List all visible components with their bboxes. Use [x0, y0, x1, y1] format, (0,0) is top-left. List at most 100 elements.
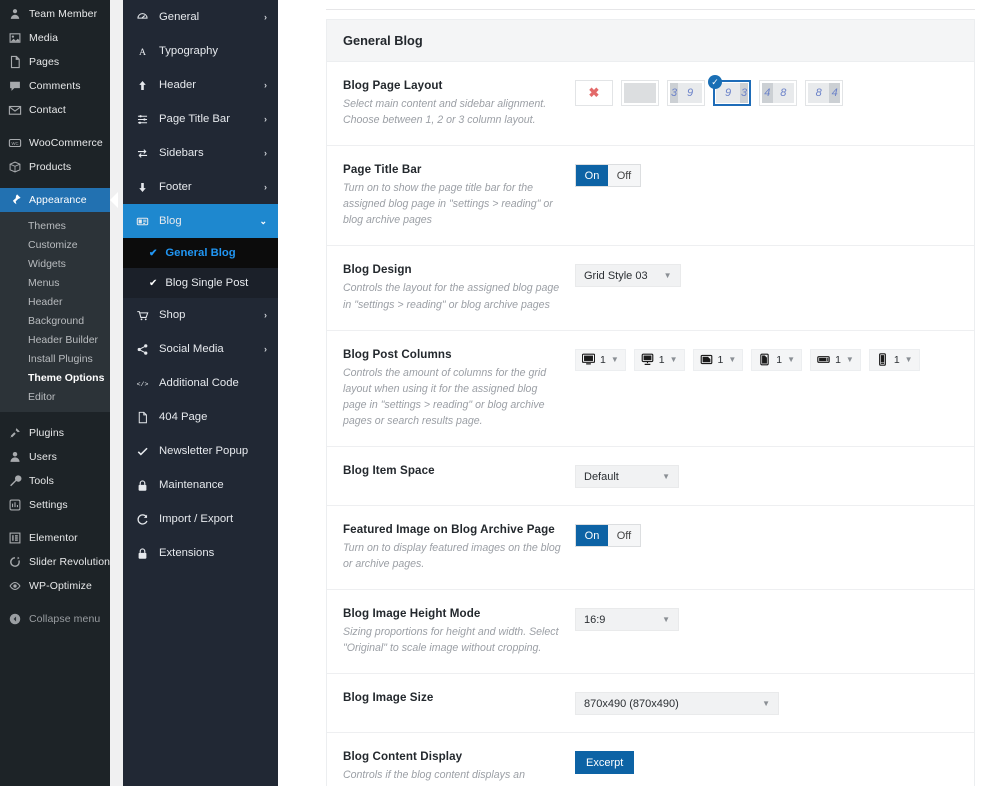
layout-segment-right: 3: [740, 83, 748, 103]
appearance-submenu-item-editor[interactable]: Editor: [0, 387, 110, 406]
wp-menu-item-label: Tools: [29, 475, 54, 487]
appearance-submenu-item-header[interactable]: Header: [0, 292, 110, 311]
wp-menu-item-label: Settings: [29, 499, 68, 511]
field-label: Blog Content Display: [343, 750, 561, 763]
field-label: Blog Design: [343, 263, 561, 276]
sliders-icon: [136, 113, 152, 126]
theme-nav-item-general[interactable]: General›: [123, 0, 278, 34]
theme-nav-item-sidebars[interactable]: Sidebars›: [123, 136, 278, 170]
wp-menu-item-plugins[interactable]: Plugins: [0, 421, 110, 445]
layout-segment-right: 8: [773, 83, 794, 103]
blog-submenu-item-general-blog[interactable]: ✔General Blog: [123, 238, 278, 268]
wp-menu-item-tools[interactable]: Tools: [0, 469, 110, 493]
toggle-on-option[interactable]: On: [576, 165, 608, 186]
theme-nav-item-label: Social Media: [159, 343, 264, 355]
theme-nav-item-header[interactable]: Header›: [123, 68, 278, 102]
media-icon: [7, 31, 22, 46]
appearance-submenu-item-customize[interactable]: Customize: [0, 235, 110, 254]
column-select-mobile-portrait[interactable]: 1▼: [869, 349, 920, 371]
appearance-submenu-item-widgets[interactable]: Widgets: [0, 254, 110, 273]
featured-image-toggle[interactable]: On Off: [575, 524, 641, 547]
wp-menu-item-slider-revolution[interactable]: Slider Revolution: [0, 550, 110, 574]
column-value: 1: [894, 354, 900, 366]
chevron-icon: ›: [264, 149, 267, 158]
theme-nav-item-newsletter-popup[interactable]: Newsletter Popup: [123, 434, 278, 468]
theme-nav-item-extensions[interactable]: Extensions: [123, 536, 278, 570]
wp-menu-item-products[interactable]: Products: [0, 155, 110, 179]
appearance-submenu-item-theme-options[interactable]: Theme Options: [0, 368, 110, 387]
wp-menu-item-label: Products: [29, 161, 71, 173]
theme-nav-item-additional-code[interactable]: </>Additional Code: [123, 366, 278, 400]
column-select-desktop-large[interactable]: 1▼: [575, 349, 626, 371]
wp-menu-item-settings[interactable]: Settings: [0, 493, 110, 517]
theme-nav-item-page-title-bar[interactable]: Page Title Bar›: [123, 102, 278, 136]
appearance-submenu-item-header-builder[interactable]: Header Builder: [0, 330, 110, 349]
theme-nav-item-blog[interactable]: Blog⌄: [123, 204, 278, 238]
blog-image-height-mode-select[interactable]: 16:9 ▼: [575, 608, 679, 631]
wp-menu-item-media[interactable]: Media: [0, 26, 110, 50]
check-badge-icon: ✓: [708, 75, 722, 89]
appearance-submenu-item-themes[interactable]: Themes: [0, 216, 110, 235]
chevron-down-icon: ▼: [662, 615, 670, 624]
layout-option-4-8[interactable]: 48: [759, 80, 797, 106]
row-blog-design: Blog Design Controls the layout for the …: [327, 246, 974, 330]
menu-separator: [0, 412, 110, 421]
theme-nav-item-404-page[interactable]: 404 Page: [123, 400, 278, 434]
wp-menu-item-label: WP-Optimize: [29, 580, 92, 592]
svg-text:A: A: [139, 46, 146, 57]
excerpt-button[interactable]: Excerpt: [575, 751, 634, 774]
column-select-tablet-landscape[interactable]: 1▼: [693, 349, 744, 371]
column-select-mobile-landscape[interactable]: 1▼: [810, 349, 861, 371]
appearance-submenu-item-menus[interactable]: Menus: [0, 273, 110, 292]
wp-menu-item-appearance[interactable]: Appearance: [0, 188, 110, 212]
team-member-icon: [7, 7, 22, 22]
theme-nav-item-shop[interactable]: Shop›: [123, 298, 278, 332]
blog-design-select[interactable]: Grid Style 03 ▼: [575, 264, 681, 287]
wp-menu-item-users[interactable]: Users: [0, 445, 110, 469]
appearance-submenu-item-background[interactable]: Background: [0, 311, 110, 330]
toggle-on-option[interactable]: On: [576, 525, 608, 546]
wp-menu-item-contact[interactable]: Contact: [0, 98, 110, 122]
wp-menu-item-elementor[interactable]: Elementor: [0, 526, 110, 550]
theme-nav-item-footer[interactable]: Footer›: [123, 170, 278, 204]
wp-menu-item-woocommerce[interactable]: WCWooCommerce: [0, 131, 110, 155]
blog-submenu-item-label: Blog Single Post: [165, 277, 248, 289]
wp-menu-item-wp-optimize[interactable]: WP-Optimize: [0, 574, 110, 598]
refresh-icon: [136, 513, 152, 526]
layout-option-9-3[interactable]: ✓93: [713, 80, 751, 106]
theme-nav-item-typography[interactable]: ATypography: [123, 34, 278, 68]
theme-nav-item-import-export[interactable]: Import / Export: [123, 502, 278, 536]
layout-segment-left: 8: [808, 83, 829, 103]
lock-icon: [136, 479, 152, 492]
layout-option-none[interactable]: ✖: [575, 80, 613, 106]
wp-menu-item-comments[interactable]: Comments: [0, 74, 110, 98]
layout-option-3-9[interactable]: 39: [667, 80, 705, 106]
layout-option-8-4[interactable]: 84: [805, 80, 843, 106]
products-icon: [7, 160, 22, 175]
blog-item-space-select[interactable]: Default ▼: [575, 465, 679, 488]
page-title-bar-toggle[interactable]: On Off: [575, 164, 641, 187]
wp-menu-item-label: Users: [29, 451, 57, 463]
appearance-submenu-item-install-plugins[interactable]: Install Plugins: [0, 349, 110, 368]
theme-nav-item-maintenance[interactable]: Maintenance: [123, 468, 278, 502]
wp-menu-item-pages[interactable]: Pages: [0, 50, 110, 74]
panel-title: General Blog: [327, 20, 974, 62]
column-value: 1: [718, 354, 724, 366]
svg-text:</>: </>: [137, 381, 149, 388]
blog-submenu-item-blog-single-post[interactable]: ✔Blog Single Post: [123, 268, 278, 298]
column-select-desktop[interactable]: 1▼: [634, 349, 685, 371]
mobile-landscape-icon: [817, 353, 830, 366]
wp-menu-item-collapse-menu[interactable]: Collapse menu: [0, 607, 110, 631]
toggle-off-option[interactable]: Off: [608, 165, 640, 186]
theme-nav-item-social-media[interactable]: Social Media›: [123, 332, 278, 366]
layout-option-full-width[interactable]: [621, 80, 659, 106]
field-label: Blog Image Height Mode: [343, 607, 561, 620]
check-icon: [136, 445, 152, 458]
toggle-off-option[interactable]: Off: [608, 525, 640, 546]
wp-menu-item-team-member[interactable]: Team Member: [0, 2, 110, 26]
column-select-tablet-portrait[interactable]: 1▼: [751, 349, 802, 371]
general-blog-panel: General Blog Blog Page Layout Select mai…: [326, 19, 975, 786]
admin-screen: Team MemberMediaPagesCommentsContact WCWo…: [0, 0, 1000, 786]
theme-options-nav: General›ATypographyHeader›Page Title Bar…: [123, 0, 278, 786]
blog-image-size-select[interactable]: 870x490 (870x490) ▼: [575, 692, 779, 715]
